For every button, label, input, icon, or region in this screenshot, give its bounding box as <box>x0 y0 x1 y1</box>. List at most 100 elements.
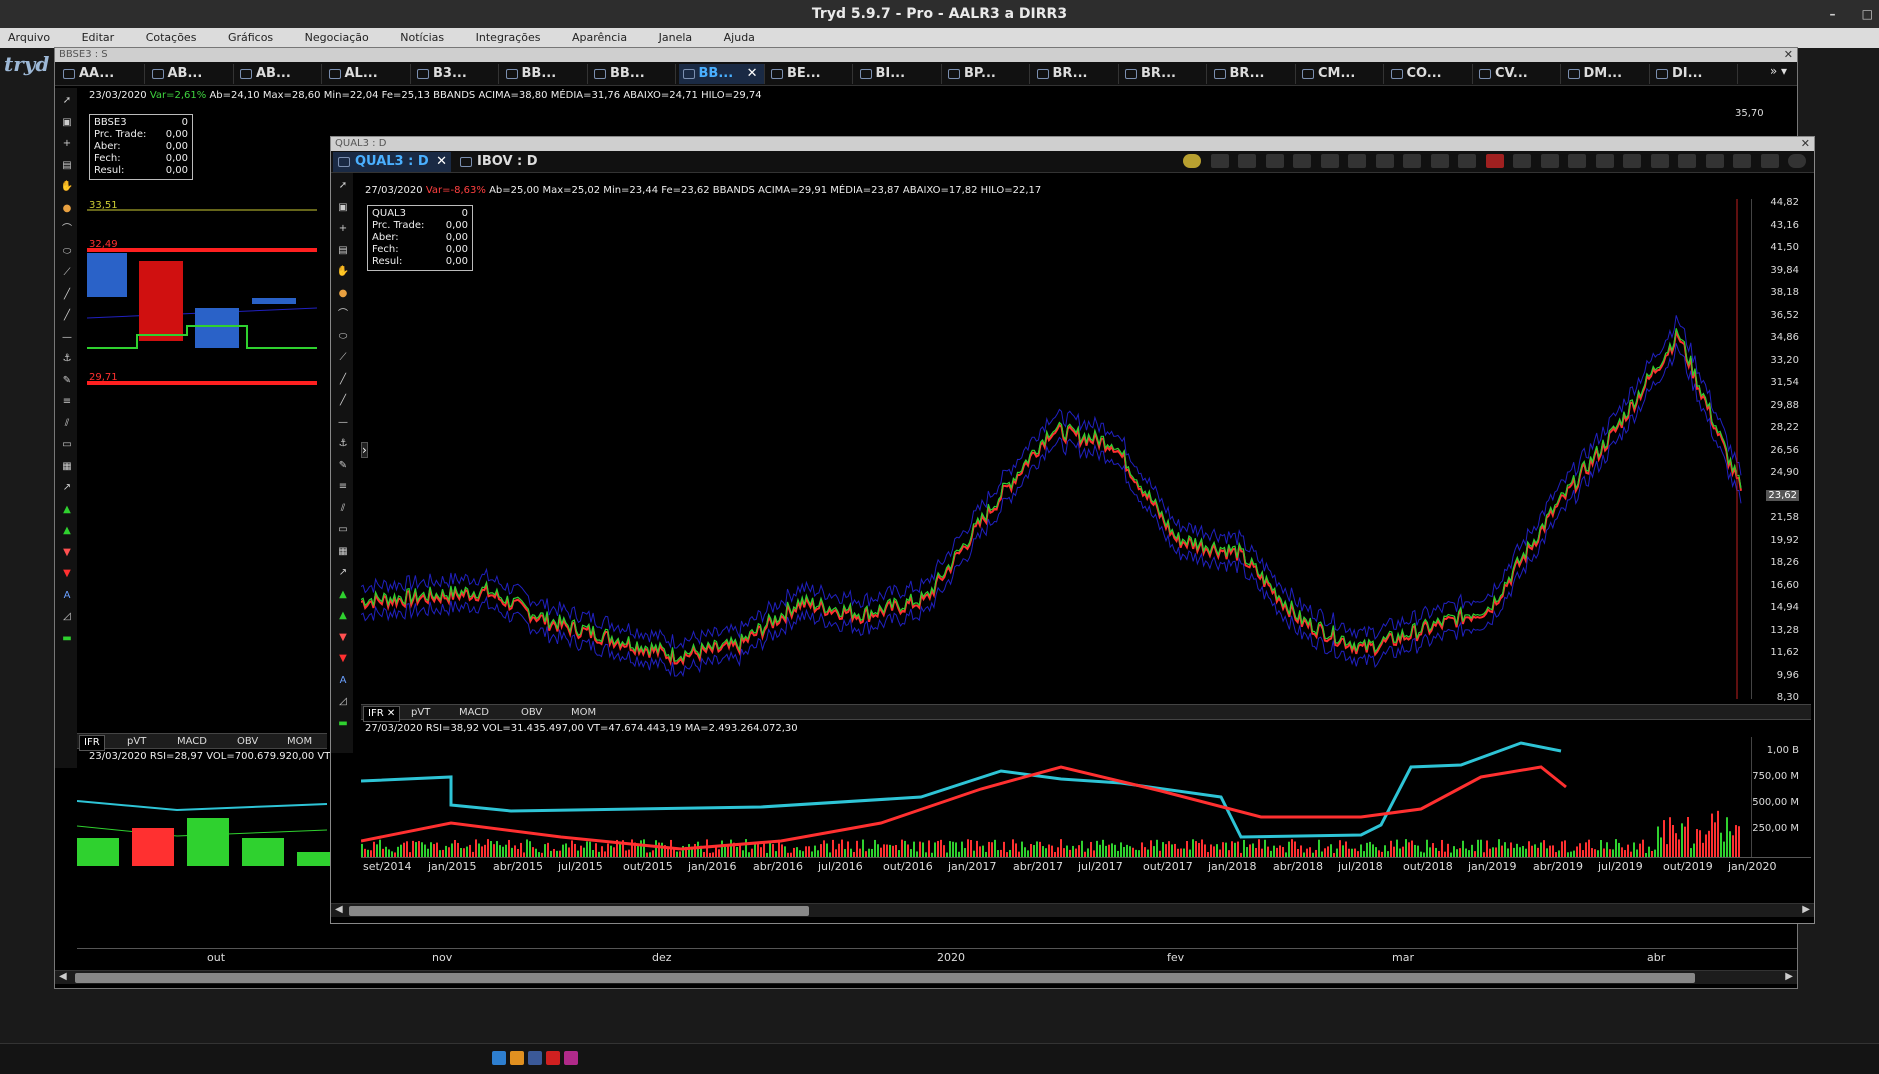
rectangle-icon[interactable]: ▭ <box>336 523 350 537</box>
symbol-tab[interactable]: BB... <box>502 64 588 84</box>
symbol-tab[interactable]: DM... <box>1564 64 1650 84</box>
menu-noticias[interactable]: Notícias <box>400 31 444 44</box>
arc-icon[interactable]: ⌒ <box>60 223 74 237</box>
ellipse-icon[interactable]: ⬭ <box>60 245 74 259</box>
hand-icon[interactable]: ✋ <box>336 265 350 279</box>
clock-icon[interactable] <box>1210 154 1229 168</box>
tab-pvt[interactable]: pVT <box>127 735 146 749</box>
horizontal-line-icon[interactable]: — <box>336 416 350 430</box>
line-icon[interactable]: ╱ <box>336 373 350 387</box>
instagram-icon[interactable] <box>564 1051 578 1065</box>
scroll-right-icon[interactable]: ▶ <box>1802 904 1810 915</box>
refresh-icon[interactable] <box>1678 154 1696 168</box>
palette-icon[interactable]: ● <box>336 287 350 301</box>
scroll-left-icon[interactable]: ◀ <box>59 971 67 982</box>
study-icon[interactable] <box>1348 154 1366 168</box>
angle-icon[interactable]: ◿ <box>60 610 74 624</box>
template-icon[interactable] <box>1430 154 1449 168</box>
tab-ibov[interactable]: IBOV : D <box>455 152 555 172</box>
blogger-icon[interactable] <box>510 1051 524 1065</box>
symbol-tab[interactable]: BI... <box>856 64 942 84</box>
scroll-left-icon[interactable]: ◀ <box>335 904 343 915</box>
menu-negociacao[interactable]: Negociação <box>305 31 369 44</box>
up-arrow-alt-icon[interactable]: ▲ <box>336 609 350 623</box>
fan-icon[interactable]: ⟋ <box>336 351 350 365</box>
line-icon[interactable]: ╱ <box>60 288 74 302</box>
arrow-icon[interactable]: ↗ <box>60 481 74 495</box>
down-arrow-icon[interactable]: ▼ <box>336 652 350 666</box>
log-icon[interactable] <box>1540 154 1559 168</box>
fibonacci-icon[interactable]: ≡ <box>60 395 74 409</box>
crosshair-icon[interactable]: + <box>336 222 350 236</box>
rectangle-icon[interactable]: ▭ <box>60 438 74 452</box>
text-box-icon[interactable]: ▤ <box>60 159 74 173</box>
lightbulb-icon[interactable] <box>1183 154 1201 168</box>
symbol-tab[interactable]: B3... <box>413 64 499 84</box>
symbol-tab[interactable]: BR... <box>1121 64 1207 84</box>
tab-ifr[interactable]: IFR <box>79 735 105 751</box>
tab-obv[interactable]: OBV <box>237 735 258 749</box>
youtube-icon[interactable] <box>546 1051 560 1065</box>
pencil-icon[interactable]: ✎ <box>336 459 350 473</box>
gear-icon[interactable] <box>1623 154 1641 168</box>
palette-icon[interactable]: ● <box>60 202 74 216</box>
cursor-icon[interactable]: ➚ <box>60 94 74 108</box>
grid-icon[interactable] <box>1595 154 1614 168</box>
magnet-icon[interactable] <box>1485 154 1504 168</box>
menu-integracoes[interactable]: Integrações <box>476 31 541 44</box>
up-arrow-icon[interactable]: ▲ <box>336 588 350 602</box>
zoom-out-icon[interactable] <box>1265 154 1284 168</box>
draw-icon[interactable] <box>1375 154 1394 168</box>
text-box-icon[interactable]: ▤ <box>336 244 350 258</box>
down-arrow-alt-icon[interactable]: ▼ <box>60 546 74 560</box>
symbol-tab[interactable]: AL... <box>325 64 411 84</box>
print-icon[interactable] <box>1760 154 1779 168</box>
symbol-tab[interactable]: CM... <box>1298 64 1384 84</box>
tryd-taskbar-icon[interactable] <box>492 1051 506 1065</box>
export-icon[interactable] <box>1458 154 1476 168</box>
tab-close-icon[interactable]: ✕ <box>436 152 447 172</box>
select-icon[interactable]: ▣ <box>60 116 74 130</box>
tab-obv[interactable]: OBV <box>521 706 542 720</box>
up-arrow-icon[interactable]: ▲ <box>60 503 74 517</box>
down-arrow-alt-icon[interactable]: ▼ <box>336 631 350 645</box>
menu-janela[interactable]: Janela <box>659 31 693 44</box>
strategy-icon[interactable] <box>1403 154 1421 168</box>
qual3-horizontal-scrollbar[interactable]: ◀ ▶ <box>331 903 1814 917</box>
crosshair-icon[interactable] <box>1513 154 1531 168</box>
symbol-tab[interactable]: BB... <box>590 64 676 84</box>
symbol-tab[interactable]: AB... <box>148 64 234 84</box>
tab-macd[interactable]: MACD <box>177 735 207 749</box>
menu-aparencia[interactable]: Aparência <box>572 31 627 44</box>
maximize-icon[interactable]: □ <box>1862 7 1873 21</box>
facebook-icon[interactable] <box>528 1051 542 1065</box>
symbol-tab[interactable]: BB... ✕ <box>678 64 765 84</box>
symbol-tab[interactable]: CV... <box>1475 64 1561 84</box>
minimize-icon[interactable]: – <box>1829 7 1835 21</box>
menu-cotacoes[interactable]: Cotações <box>146 31 197 44</box>
channel-icon[interactable]: ⫽ <box>336 502 350 516</box>
down-arrow-icon[interactable]: ▼ <box>60 567 74 581</box>
trend-line-icon[interactable]: ╱ <box>336 394 350 408</box>
indicator-icon[interactable] <box>1320 154 1339 168</box>
hand-icon[interactable]: ✋ <box>60 180 74 194</box>
menu-ajuda[interactable]: Ajuda <box>724 31 755 44</box>
tab-qual3[interactable]: QUAL3 : D ✕ <box>333 152 451 172</box>
note-icon[interactable]: ▬ <box>336 717 350 731</box>
help-icon[interactable] <box>1788 154 1806 168</box>
text-icon[interactable]: A <box>60 589 74 603</box>
horizontal-line-icon[interactable]: — <box>60 331 74 345</box>
tab-macd[interactable]: MACD <box>459 706 489 720</box>
tab-ifr[interactable]: IFR ✕ <box>363 706 401 722</box>
options-icon[interactable] <box>1650 154 1669 168</box>
symbol-tab[interactable]: BE... <box>767 64 853 84</box>
angle-icon[interactable]: ◿ <box>336 695 350 709</box>
symbol-tab[interactable]: BP... <box>944 64 1030 84</box>
fan-icon[interactable]: ⟋ <box>60 266 74 280</box>
menu-graficos[interactable]: Gráficos <box>228 31 273 44</box>
layout-icon[interactable] <box>1733 154 1751 168</box>
zoom-icon[interactable] <box>1293 154 1311 168</box>
arc-icon[interactable]: ⌒ <box>336 308 350 322</box>
symbol-tab[interactable]: BR... <box>1210 64 1296 84</box>
scroll-thumb[interactable] <box>75 973 1695 983</box>
